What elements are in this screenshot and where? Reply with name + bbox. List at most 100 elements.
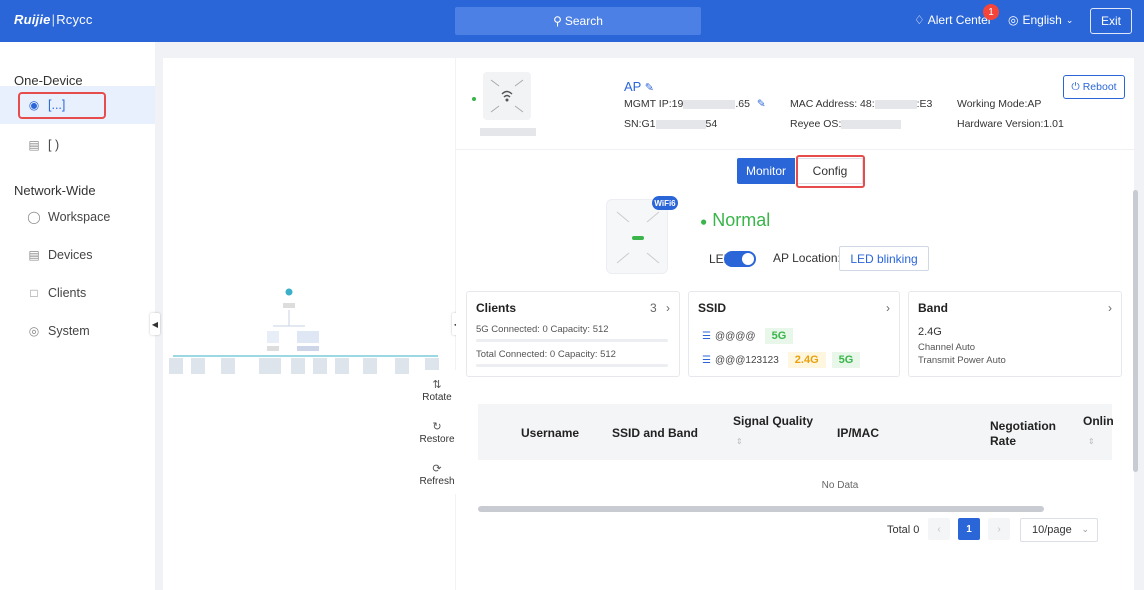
topology-ap-nodes [169, 358, 439, 374]
restore-label: Restore [419, 433, 455, 445]
sort-icon[interactable]: ⇕ [1088, 437, 1095, 446]
ssid-row: ☰ @@@@ 5G [702, 328, 794, 344]
online-status-dot [472, 97, 476, 101]
mgmt-ip-suffix: .65 [735, 98, 750, 110]
band-tag-5g: 5G [764, 328, 794, 344]
prev-page-button[interactable]: ‹ [928, 518, 950, 540]
wifi-icon: ☰ [702, 354, 711, 366]
sidebar-item-system[interactable]: ◎ System [0, 312, 155, 350]
device-title[interactable]: AP ✎ [624, 79, 654, 94]
ssid-name: @@@@ [714, 330, 756, 342]
sidebar-item-clients[interactable]: □ Clients [0, 274, 155, 312]
column-negotiation-rate[interactable]: Negotiation Rate [990, 419, 1056, 449]
ssid-card[interactable]: SSID › ☰ @@@@ 5G ☰ @@@123123 2.4G 5G [688, 291, 900, 377]
ssid-row: ☰ @@@123123 2.4G 5G [702, 352, 861, 368]
clients-5g-line: 5G Connected: 0 Capacity: 512 [476, 324, 609, 335]
pagination-total: Total 0 [887, 524, 920, 536]
column-signal-quality[interactable]: Signal Quality [733, 414, 813, 428]
ap-location-label: AP Location: [773, 251, 841, 265]
clients-count: 3 [649, 301, 657, 315]
topology-switch-nodes [267, 331, 319, 351]
column-ssid-band[interactable]: SSID and Band [612, 426, 698, 440]
router-icon: ▤ [28, 138, 40, 152]
rotate-label: Rotate [422, 391, 452, 403]
chevron-right-icon[interactable]: › [886, 301, 890, 315]
band-card[interactable]: Band › 2.4G Channel Auto Transmit Power … [908, 291, 1122, 377]
search-label: Search [564, 14, 603, 28]
device-status: ● Normal [700, 210, 771, 230]
highlight-current-device [18, 92, 106, 119]
highlight-config-tab [796, 155, 865, 188]
sidebar-item-devices[interactable]: ▤ Devices [0, 236, 155, 274]
band-value: 2.4G [918, 326, 942, 338]
column-online[interactable]: Onlin [1083, 414, 1114, 428]
status-text: Normal [712, 210, 771, 230]
sidebar-item-label: System [48, 324, 90, 338]
clients-card[interactable]: Clients 3 › 5G Connected: 0 Capacity: 51… [466, 291, 680, 377]
top-header: Ruijie|Rcycc ⚲ Search ♢ Alert Center 1 ◎… [0, 0, 1144, 42]
hardware-version: Hardware Version:1.01 [957, 118, 1064, 130]
chevron-down-icon: ⌄ [1081, 524, 1089, 534]
vertical-scrollbar[interactable] [1133, 190, 1138, 472]
refresh-label: Refresh [419, 475, 455, 487]
exit-button[interactable]: Exit [1090, 8, 1132, 34]
wifi-icon: ☰ [702, 330, 711, 342]
sidebar-item-label: Workspace [48, 210, 111, 224]
edit-ip-icon[interactable]: ✎ [757, 98, 766, 110]
next-page-button[interactable]: › [988, 518, 1010, 540]
clients-card-link[interactable]: 3 › [650, 301, 670, 315]
sn-suffix: 54 [705, 118, 718, 130]
chevron-right-icon[interactable]: › [1108, 301, 1112, 315]
page-1-button[interactable]: 1 [958, 518, 980, 540]
os-version: Reyee OS: [790, 118, 902, 130]
workspace-icon: ◯ [27, 210, 41, 224]
masked-value [874, 99, 917, 109]
sort-icon[interactable]: ⇕ [736, 437, 743, 446]
chevron-right-icon: › [666, 301, 670, 315]
sidebar-item-label: [ ) [48, 138, 60, 152]
table-empty-text: No Data [821, 480, 859, 491]
sidebar-item-workspace[interactable]: ◯ Workspace [0, 198, 155, 236]
wifi-ap-icon [490, 79, 524, 113]
search-box[interactable]: ⚲ Search [455, 7, 701, 35]
sn-label: SN:G1 [624, 118, 656, 130]
led-toggle[interactable] [724, 251, 756, 267]
mgmt-ip-label: MGMT IP:19 [624, 98, 684, 110]
rotate-icon: ⇅ [432, 378, 442, 391]
reboot-button[interactable]: ⏻ Reboot [1063, 75, 1125, 99]
led-blinking-button[interactable]: LED blinking [839, 246, 929, 271]
restore-icon: ↻ [432, 420, 442, 433]
rotate-button[interactable]: ⇅ Rotate [418, 370, 456, 410]
collapse-sidebar-icon[interactable]: ◀ [150, 313, 160, 335]
page-size-select[interactable]: 10/page ⌄ [1020, 518, 1098, 542]
network-wide-heading: Network-Wide [14, 183, 96, 198]
device-thumbnail [483, 72, 531, 120]
mac-suffix: :E3 [916, 98, 933, 110]
band-channel: Channel Auto [918, 342, 976, 353]
sidebar-item-label: Clients [48, 286, 87, 300]
horizontal-scrollbar[interactable] [478, 506, 1044, 512]
topology-controls: ⇅ Rotate ↻ Restore ⟳ Refresh [418, 370, 456, 494]
working-mode: Working Mode:AP [957, 98, 1042, 110]
serial-number: SN:G1 54 [624, 118, 717, 130]
topology-graph[interactable] [163, 58, 455, 398]
clients-total-line: Total Connected: 0 Capacity: 512 [476, 349, 616, 360]
system-icon: ◎ [28, 324, 40, 338]
tab-monitor[interactable]: Monitor [737, 158, 795, 184]
sidebar: One-Device ◉ [...] ▤ [ ) Network-Wide ◯ … [0, 42, 155, 590]
refresh-button[interactable]: ⟳ Refresh [418, 454, 456, 494]
sidebar-item-device-2[interactable]: ▤ [ ) [0, 126, 155, 164]
restore-button[interactable]: ↻ Restore [418, 412, 456, 452]
language-selector[interactable]: ◎ English ⌄ [1008, 13, 1073, 27]
column-username[interactable]: Username [521, 426, 579, 440]
alert-center-label: Alert Center [927, 13, 992, 27]
language-label: English [1022, 13, 1062, 27]
ssid-card-title: SSID [698, 301, 727, 315]
edit-icon[interactable]: ✎ [645, 82, 654, 94]
clients-5g-progress [476, 339, 668, 342]
device-title-text: AP [624, 79, 642, 94]
column-ip-mac[interactable]: IP/MAC [837, 426, 879, 440]
search-icon: ⚲ [553, 14, 562, 28]
alert-center-button[interactable]: ♢ Alert Center 1 [914, 4, 999, 27]
mgmt-ip: MGMT IP:19 .65 ✎ [624, 98, 766, 110]
